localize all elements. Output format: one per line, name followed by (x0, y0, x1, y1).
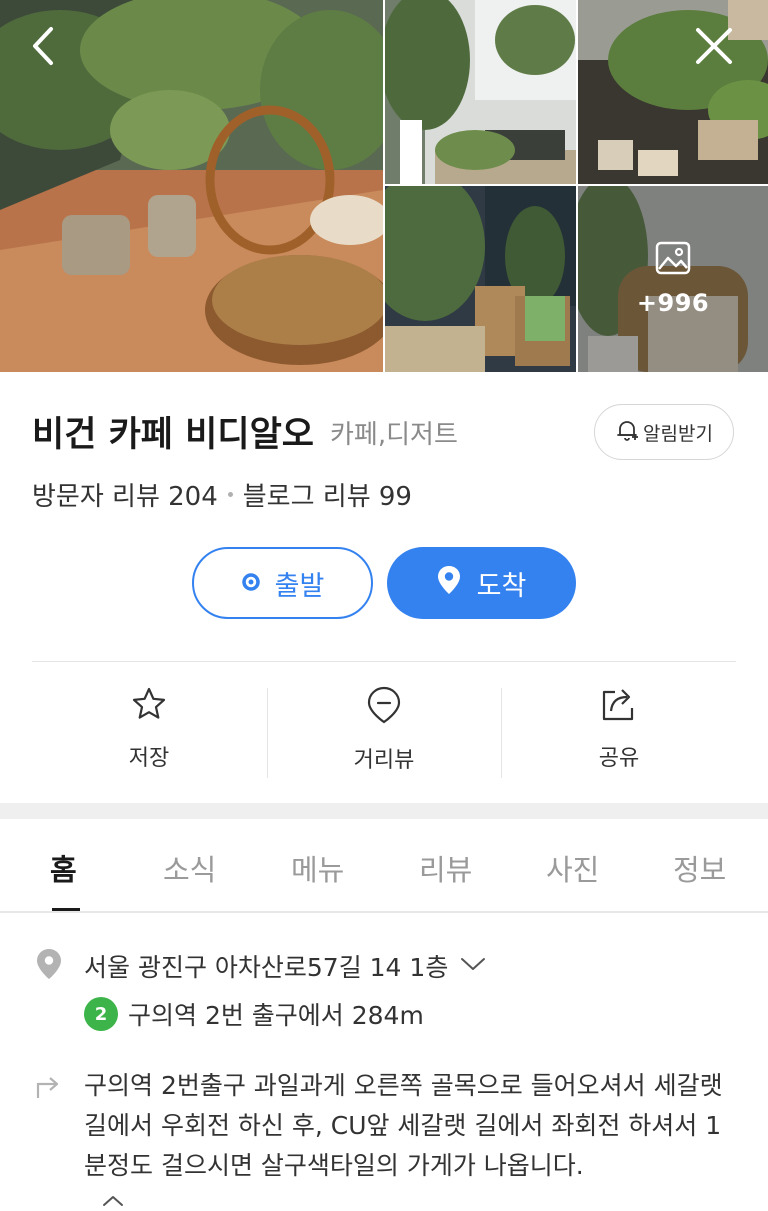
collapse-button[interactable] (100, 1192, 126, 1211)
street-view-icon (367, 686, 401, 728)
blog-reviews-link[interactable]: 블로그 리뷰 99 (243, 476, 412, 513)
share-label: 공유 (598, 746, 640, 771)
share-button[interactable]: 공유 (502, 686, 736, 782)
chevron-up-icon (100, 1192, 126, 1211)
subway-line-badge: 2 (84, 997, 118, 1031)
chevron-down-icon (460, 956, 486, 976)
share-icon (601, 686, 637, 726)
depart-button[interactable]: 출발 (192, 547, 373, 619)
place-name: 비건 카페 비디알오 (32, 415, 314, 455)
notify-label: 알림받기 (643, 422, 713, 445)
street-view-button[interactable]: 거리뷰 (267, 686, 501, 782)
save-button[interactable]: 저장 (32, 686, 266, 782)
star-icon (131, 686, 167, 726)
chevron-left-icon (29, 26, 59, 70)
turn-arrow-icon (34, 1070, 64, 1104)
divider (0, 911, 768, 913)
tab-news[interactable]: 소식 (163, 847, 216, 889)
window-plants-photo[interactable] (385, 0, 576, 184)
tab-photo[interactable]: 사진 (546, 847, 599, 889)
seating-plants-photo[interactable] (385, 186, 576, 372)
photo-gallery: +996 (0, 0, 768, 372)
tab-review[interactable]: 리뷰 (419, 847, 472, 889)
location-pin-icon (437, 565, 461, 602)
subway-row: 2 구의역 2번 출구에서 284m (84, 996, 424, 1032)
section-divider (0, 803, 768, 819)
tab-menu[interactable]: 메뉴 (291, 847, 344, 889)
address-row: 서울 광진구 아차산로57길 14 1층 (36, 946, 486, 986)
arrive-button[interactable]: 도착 (387, 547, 576, 619)
back-button[interactable] (18, 22, 70, 74)
more-photos-count: +996 (636, 289, 710, 317)
origin-dot-icon (241, 568, 261, 599)
notify-button[interactable]: 알림받기 (594, 404, 734, 460)
depart-label: 출발 (274, 570, 325, 602)
more-photos-overlay[interactable]: +996 (578, 186, 768, 372)
place-header: 비건 카페 비디알오 카페,디저트 알림받기 (32, 404, 736, 464)
street-view-label: 거리뷰 (353, 748, 415, 773)
tab-home[interactable]: 홈 (50, 847, 77, 889)
address-text: 서울 광진구 아차산로57길 14 1층 (84, 953, 449, 982)
arrive-label: 도착 (476, 570, 527, 602)
location-pin-icon (36, 948, 62, 984)
place-category: 카페,디저트 (330, 420, 458, 450)
visitor-reviews-link[interactable]: 방문자 리뷰 204 (32, 476, 218, 513)
address-expand-button[interactable] (460, 956, 486, 976)
divider (32, 661, 736, 662)
separator-dot (227, 492, 233, 497)
close-icon (695, 27, 733, 69)
close-button[interactable] (688, 22, 740, 74)
save-label: 저장 (128, 746, 170, 771)
bell-plus-icon (615, 418, 639, 447)
subway-text: 구의역 2번 출구에서 284m (128, 1001, 424, 1030)
photo-icon (655, 241, 691, 279)
directions-text: 구의역 2번출구 과일과게 오른쪽 골목으로 들어오셔서 세갈랫 길에서 우회전… (84, 1071, 723, 1180)
review-summary: 방문자 리뷰 204 블로그 리뷰 99 (32, 476, 412, 513)
tab-info[interactable]: 정보 (673, 847, 726, 889)
tab-bar: 홈 소식 메뉴 리뷰 사진 정보 (0, 819, 768, 912)
